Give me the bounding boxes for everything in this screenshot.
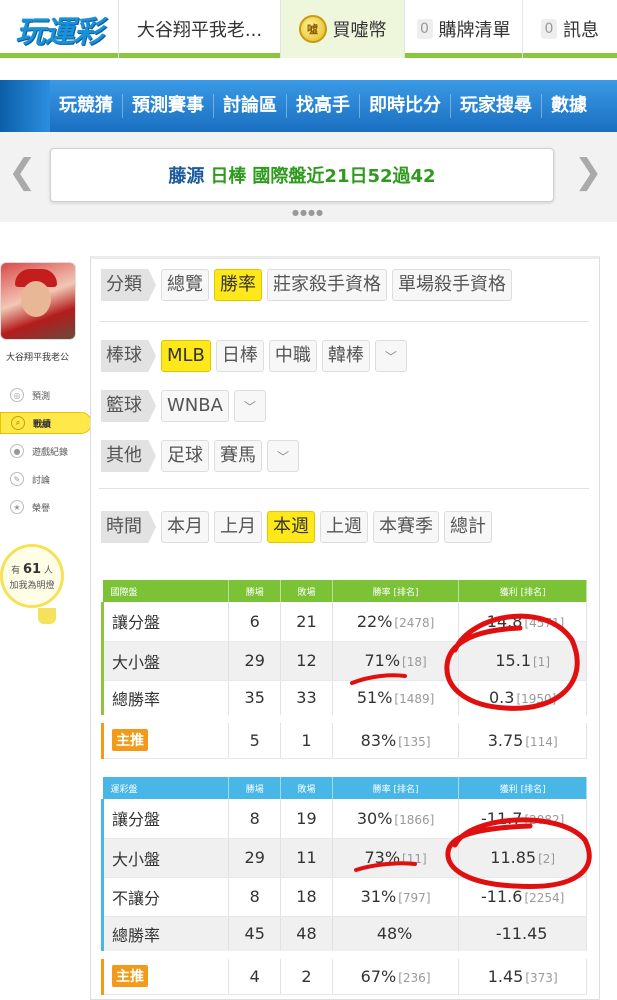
- banner-text: 國際盤近21日52過42: [252, 166, 436, 187]
- table-row: 總勝率 35 33 51% [1489] 0.3 [1950]: [100, 680, 587, 720]
- time-label: 時間: [101, 511, 156, 543]
- baseball-label: 棒球: [101, 340, 156, 372]
- record-panel: 分類 總覽 勝率 莊家殺手資格 單場殺手資格 棒球 MLB 日棒 中職 韓棒 ﹀…: [90, 256, 600, 1000]
- record-icon: ●: [10, 444, 24, 458]
- table-header: 運彩盤 勝場 敗場 勝率 [排名] 獲利 [排名]: [102, 777, 587, 799]
- table-row: 不讓分 8 18 31% [797] -11.6 [2254]: [100, 877, 587, 917]
- league-cpbl[interactable]: 中職: [268, 340, 317, 372]
- divider: [99, 321, 589, 322]
- league-horse-racing[interactable]: 賽馬: [214, 440, 262, 472]
- discuss-icon: ✎: [10, 472, 24, 486]
- nav-item-stats[interactable]: 數據: [541, 94, 596, 118]
- time-this-week[interactable]: 本週: [267, 511, 315, 543]
- avatar-face: [21, 281, 51, 317]
- chevron-left-icon[interactable]: ❮: [8, 152, 37, 192]
- cart-count-badge: 0: [416, 19, 433, 39]
- carousel-dots: ●●●●: [292, 208, 324, 217]
- table-row: 讓分盤 6 21 22% [2478] -14.8 [4571]: [100, 602, 587, 642]
- other-label: 其他: [101, 440, 156, 472]
- fan-lightbulb[interactable]: 有 61 人 加我為明燈: [0, 544, 64, 608]
- nav-item-live-scores[interactable]: 即時比分: [359, 94, 450, 118]
- time-total[interactable]: 總計: [444, 511, 492, 543]
- chevron-down-icon[interactable]: ﹀: [267, 440, 299, 472]
- featured-badge: 主推: [112, 965, 148, 988]
- time-last-month[interactable]: 上月: [214, 511, 262, 543]
- fan-cta: 加我為明燈: [9, 580, 55, 591]
- site-logo[interactable]: 玩運彩: [0, 0, 118, 58]
- league-kbo[interactable]: 韓棒: [321, 340, 370, 372]
- user-menu[interactable]: 大谷翔平我老...: [118, 0, 280, 58]
- filter-win-rate[interactable]: 勝率: [214, 269, 262, 301]
- table-row: 總勝率 45 48 48% -11.45: [100, 916, 587, 956]
- baseball-filter: 棒球 MLB 日棒 中職 韓棒 ﹀: [101, 340, 407, 372]
- top-bar: 玩運彩 大谷翔平我老... 噓 買噓幣 0 購牌清單 0 訊息: [0, 0, 617, 58]
- sidebar-item-honor[interactable]: ★ 榮譽: [10, 496, 90, 518]
- chevron-down-icon[interactable]: ﹀: [374, 340, 407, 372]
- banner-league: 日棒: [210, 166, 247, 187]
- league-wnba[interactable]: WNBA: [161, 390, 229, 422]
- sidebar: 大谷翔平我老公 ◎ 預測 ⌕ 戰績 ● 遊戲紀錄 ✎ 討論 ★ 榮譽 有 61 人 加我為…: [0, 256, 92, 1000]
- promo-banner: ❮ 藤源 日棒 國際盤近21日52過42 ❯ ●●●●: [0, 132, 617, 222]
- featured-badge: 主推: [112, 729, 148, 752]
- category-filter: 分類 總覽 勝率 莊家殺手資格 單場殺手資格: [101, 269, 512, 301]
- search-icon: ⌕: [11, 416, 25, 430]
- sidebar-username: 大谷翔平我老公: [6, 353, 70, 363]
- banner-player-name: 藤源: [168, 166, 205, 187]
- chevron-down-icon[interactable]: ﹀: [233, 390, 266, 422]
- table-row-featured: 主推 4 2 67% [236] 1.45 [373]: [100, 951, 587, 995]
- table-row: 大小盤 29 11 73% [11] 11.85 [2]: [100, 838, 587, 878]
- league-mlb[interactable]: MLB: [161, 340, 211, 372]
- cart-button[interactable]: 0 購牌清單: [404, 0, 522, 58]
- medal-icon: ★: [10, 500, 24, 514]
- sidebar-item-record[interactable]: ⌕ 戰績: [0, 412, 92, 434]
- user-name: 大谷翔平我老...: [136, 20, 263, 41]
- table-row-featured: 主推 5 1 83% [135] 3.75 [114]: [100, 715, 587, 759]
- sidebar-item-discuss[interactable]: ✎ 討論: [10, 468, 90, 490]
- banner-card[interactable]: 藤源 日棒 國際盤近21日52過42: [50, 148, 554, 202]
- league-npb[interactable]: 日棒: [215, 340, 264, 372]
- buy-coins-button[interactable]: 噓 買噓幣: [280, 0, 404, 58]
- nav-item-player-search[interactable]: 玩家搜尋: [450, 94, 541, 118]
- nav-item-guess[interactable]: 玩競猜: [50, 94, 122, 118]
- basketball-filter: 籃球 WNBA ﹀: [101, 390, 266, 422]
- time-this-month[interactable]: 本月: [161, 511, 209, 543]
- chevron-right-icon[interactable]: ❯: [574, 152, 603, 192]
- sports-lottery-table: 運彩盤 勝場 敗場 勝率 [排名] 獲利 [排名] 讓分盤 8 19 30% [1…: [100, 777, 587, 995]
- predict-icon: ◎: [10, 388, 24, 402]
- buy-coins-label: 買噓幣: [332, 20, 387, 41]
- nav-item-predict[interactable]: 預測賽事: [122, 94, 213, 118]
- table-row: 讓分盤 8 19 30% [1866] -11.7 [2082]: [100, 799, 587, 839]
- basketball-label: 籃球: [101, 390, 156, 422]
- cart-label: 購牌清單: [438, 20, 511, 41]
- filter-bookie-killer[interactable]: 莊家殺手資格: [267, 269, 387, 301]
- filter-overview[interactable]: 總覽: [161, 269, 209, 301]
- time-last-week[interactable]: 上週: [320, 511, 368, 543]
- filter-single-killer[interactable]: 單場殺手資格: [392, 269, 512, 301]
- coin-icon: 噓: [298, 15, 327, 43]
- nav-item-experts[interactable]: 找高手: [286, 94, 359, 118]
- intl-odds-table: 國際盤 勝場 敗場 勝率 [排名] 獲利 [排名] 讓分盤 6 21 22% [2…: [100, 580, 587, 759]
- table-row: 大小盤 29 12 71% [18] 15.1 [1]: [100, 641, 587, 681]
- divider: [99, 488, 589, 489]
- nav-item-forum[interactable]: 討論區: [213, 94, 286, 118]
- category-label: 分類: [101, 269, 156, 301]
- time-filter: 時間 本月 上月 本週 上週 本賽季 總計: [101, 511, 492, 543]
- fan-count: 61: [22, 561, 42, 577]
- message-count-badge: 0: [541, 19, 557, 39]
- main-nav: 玩競猜 預測賽事 討論區 找高手 即時比分 玩家搜尋 數據: [0, 80, 617, 132]
- sidebar-item-predict[interactable]: ◎ 預測: [10, 384, 90, 406]
- nav-decoration: [0, 80, 50, 132]
- messages-label: 訊息: [563, 20, 599, 41]
- league-soccer[interactable]: 足球: [161, 440, 209, 472]
- messages-button[interactable]: 0 訊息: [522, 0, 617, 58]
- sidebar-item-game-log[interactable]: ● 遊戲紀錄: [10, 440, 90, 462]
- lightbulb-icon: [38, 608, 56, 624]
- other-filter: 其他 足球 賽馬 ﹀: [101, 440, 299, 472]
- time-this-season[interactable]: 本賽季: [373, 511, 439, 543]
- table-header: 國際盤 勝場 敗場 勝率 [排名] 獲利 [排名]: [102, 580, 587, 602]
- avatar[interactable]: [0, 262, 76, 340]
